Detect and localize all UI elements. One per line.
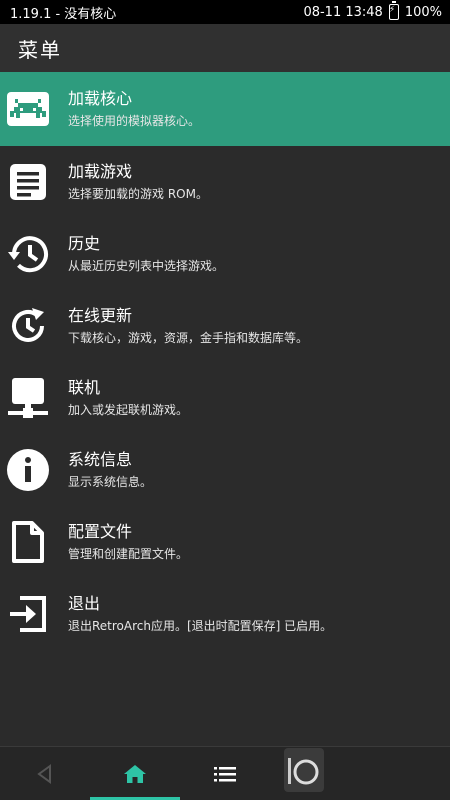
menu-item-label: 配置文件 <box>68 522 133 541</box>
menu-item-load-content[interactable]: 加载游戏 选择要加载的游戏 ROM。 <box>0 146 450 218</box>
menu-item-sublabel: 从最近历史列表中选择游戏。 <box>68 259 225 273</box>
menu-item-label: 加载游戏 <box>68 162 133 181</box>
menu-item-label: 历史 <box>68 234 101 253</box>
menu-item-sublabel: 加入或发起联机游戏。 <box>68 403 189 417</box>
status-app-text: 1.19.1 - 没有核心 <box>10 6 117 22</box>
battery-charging-icon <box>388 1 399 20</box>
back-icon[interactable] <box>0 747 90 800</box>
menu-item-label: 加载核心 <box>68 89 133 108</box>
network-icon <box>4 374 52 422</box>
invader-icon <box>4 85 52 133</box>
screen: 1.19.1 - 没有核心 08-11 13:48 100% 菜单 <box>0 0 450 800</box>
info-icon <box>4 446 52 494</box>
status-right: 08-11 13:48 100% <box>303 1 442 20</box>
update-icon <box>4 302 52 350</box>
menu-item-label: 在线更新 <box>68 306 133 325</box>
file-icon <box>4 518 52 566</box>
status-datetime: 08-11 13:48 <box>303 4 383 20</box>
status-bar: 1.19.1 - 没有核心 08-11 13:48 100% <box>0 0 450 24</box>
app-header: 菜单 <box>0 24 450 72</box>
menu-item-history[interactable]: 历史 从最近历史列表中选择游戏。 <box>0 218 450 290</box>
document-lines-icon <box>4 158 52 206</box>
history-icon <box>4 230 52 278</box>
list-icon[interactable] <box>180 747 270 800</box>
menu-item-online-updater[interactable]: 在线更新 下载核心，游戏，资源，金手指和数据库等。 <box>0 290 450 362</box>
menu-item-sublabel: 管理和创建配置文件。 <box>68 547 189 561</box>
menu-item-load-core[interactable]: 加载核心 选择使用的模拟器核心。 <box>0 72 450 146</box>
home-icon[interactable] <box>90 747 180 800</box>
menu-item-sublabel: 下载核心，游戏，资源，金手指和数据库等。 <box>68 331 309 345</box>
menu-item-label: 系统信息 <box>68 450 133 469</box>
battery-level: 100% <box>404 4 442 20</box>
menu-item-sublabel: 选择使用的模拟器核心。 <box>68 114 201 128</box>
menu-item-sublabel: 选择要加载的游戏 ROM。 <box>68 187 208 201</box>
menu-item-information[interactable]: 系统信息 显示系统信息。 <box>0 434 450 506</box>
menu-item-configurations[interactable]: 配置文件 管理和创建配置文件。 <box>0 506 450 578</box>
menu-item-sublabel: 显示系统信息。 <box>68 475 153 489</box>
menu-item-quit[interactable]: 退出 退出RetroArch应用。[退出时配置保存] 已启用。 <box>0 578 450 650</box>
menu-item-netplay[interactable]: 联机 加入或发起联机游戏。 <box>0 362 450 434</box>
main-menu: 加载核心 选择使用的模拟器核心。 加载游戏 选择要加载的游戏 ROM。 历史 从… <box>0 72 450 650</box>
menu-item-sublabel: 退出RetroArch应用。[退出时配置保存] 已启用。 <box>68 619 333 633</box>
page-title: 菜单 <box>18 37 62 62</box>
bottom-navigation <box>0 746 450 800</box>
floating-overlay-button[interactable] <box>284 748 324 792</box>
menu-item-label: 联机 <box>68 378 101 397</box>
exit-icon <box>4 590 52 638</box>
menu-item-label: 退出 <box>68 594 101 613</box>
